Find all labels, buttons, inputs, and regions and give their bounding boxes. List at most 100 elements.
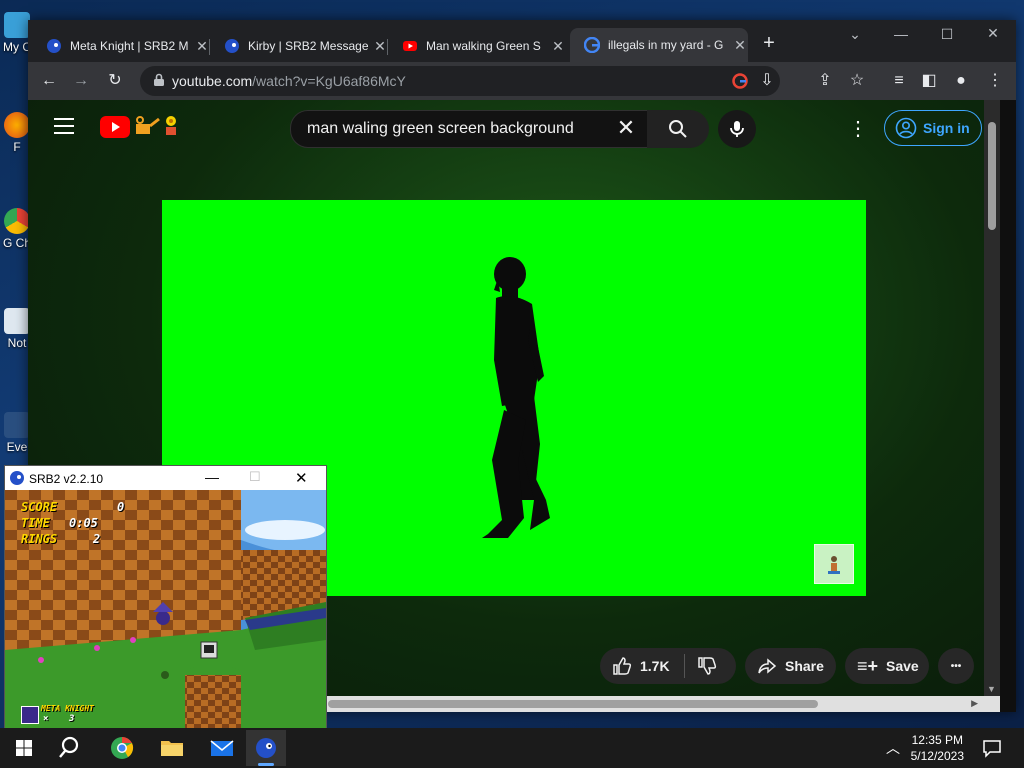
hud-score-label: SCORE <box>21 500 58 514</box>
like-divider <box>683 654 685 678</box>
taskbar-mail-icon[interactable] <box>208 734 236 762</box>
scroll-down-arrow-icon[interactable]: ▼ <box>987 684 996 694</box>
clock-date: 5/12/2023 <box>910 749 964 763</box>
close-window-icon[interactable]: ✕ <box>978 25 1008 42</box>
taskbar-srb2-app[interactable] <box>246 730 286 766</box>
media-queue-icon[interactable]: ≡ <box>888 70 910 92</box>
taskbar-file-explorer-icon[interactable] <box>158 734 186 762</box>
taskbar-search-icon[interactable] <box>58 734 86 762</box>
thumbs-down-icon[interactable] <box>697 656 717 676</box>
search-box[interactable]: man waling green screen background ✕ <box>290 110 648 148</box>
share-icon <box>758 658 777 674</box>
minimize-icon[interactable]: — <box>886 26 916 42</box>
tab-title: Kirby | SRB2 Message <box>248 39 368 53</box>
youtube-favicon <box>403 41 417 51</box>
microphone-icon <box>730 121 744 137</box>
share-page-icon[interactable]: ⇪ <box>814 70 836 92</box>
bookmark-star-icon[interactable]: ☆ <box>846 70 868 92</box>
sign-in-button[interactable]: Sign in <box>884 110 982 146</box>
sonic-taskbar-icon <box>256 738 276 758</box>
profile-icon[interactable]: ● <box>950 70 972 92</box>
greenflower-scene <box>5 490 326 729</box>
search-input[interactable]: man waling green screen background <box>307 120 574 138</box>
desktop-icon-label: Eve <box>6 440 28 454</box>
horizontal-scroll-thumb[interactable] <box>328 700 818 708</box>
sign-in-label: Sign in <box>923 120 970 136</box>
install-icon[interactable]: ⇩ <box>756 70 778 92</box>
hud-character-name: META KNIGHT <box>41 704 94 713</box>
shortcut-icon <box>4 412 30 438</box>
share-button[interactable]: Share <box>745 648 836 684</box>
google-favicon <box>584 37 600 53</box>
hud-lives-count: 3 <box>69 714 75 724</box>
taskbar-chrome-icon[interactable] <box>108 734 136 762</box>
like-dislike-group: 1.7K <box>600 648 736 684</box>
url-host: youtube.com <box>172 73 253 89</box>
close-tab-icon[interactable]: ✕ <box>550 38 566 55</box>
hamburger-menu-icon[interactable] <box>54 118 74 134</box>
reload-icon[interactable]: ↻ <box>104 70 126 92</box>
srb2-game-view[interactable]: SCORE 0 TIME 0:05 RINGS 2 META KNIGHT × … <box>5 490 326 729</box>
url-text: youtube.com/watch?v=KgU6af86McY <box>172 73 406 89</box>
srb2-titlebar[interactable]: SRB2 v2.2.10 — ☐ ✕ <box>5 466 326 490</box>
clear-search-icon[interactable]: ✕ <box>613 115 639 141</box>
add-to-playlist-icon: ≡+ <box>857 655 879 676</box>
sonic-favicon <box>47 39 61 53</box>
more-actions-icon: ••• <box>950 660 962 672</box>
voice-search-button[interactable] <box>718 110 756 148</box>
account-icon <box>895 117 917 139</box>
browser-toolbar: ← → ↻ youtube.com/watch?v=KgU6af86McY ⇩ … <box>28 62 1016 100</box>
vertical-scroll-thumb[interactable] <box>988 122 996 230</box>
notifications-icon[interactable] <box>982 738 1002 758</box>
lives-portrait-icon <box>21 706 39 724</box>
new-tab-button[interactable]: + <box>754 32 784 55</box>
desktop-icon-label: My C <box>3 40 31 54</box>
search-button[interactable] <box>647 110 709 148</box>
hud-time-label: TIME <box>21 516 50 530</box>
address-bar[interactable]: youtube.com/watch?v=KgU6af86McY ⇩ <box>140 66 780 96</box>
back-icon[interactable]: ← <box>38 70 60 92</box>
lock-icon <box>154 73 164 86</box>
tab-man-walking[interactable]: Man walking Green S ✕ <box>388 31 566 61</box>
hud-rings-value: 2 <box>93 532 101 546</box>
close-tab-icon[interactable]: ✕ <box>194 38 210 55</box>
like-count: 1.7K <box>640 658 670 674</box>
system-clock[interactable]: 12:35 PM 5/12/2023 <box>911 732 964 764</box>
tab-kirby[interactable]: Kirby | SRB2 Message ✕ <box>210 31 388 61</box>
google-lens-icon[interactable] <box>732 73 748 89</box>
channel-watermark-icon[interactable] <box>814 544 854 584</box>
forward-icon[interactable]: → <box>70 70 92 92</box>
vertical-scrollbar[interactable]: ▼ <box>984 100 1000 712</box>
youtube-logo[interactable] <box>100 114 186 140</box>
srb2-minimize-icon[interactable]: — <box>205 469 219 485</box>
chrome-icon <box>4 208 30 234</box>
taskbar: ︿ 12:35 PM 5/12/2023 <box>0 728 1024 768</box>
hud-rings-label: RINGS <box>21 532 58 546</box>
srb2-window: SRB2 v2.2.10 — ☐ ✕ SCORE 0 TIME 0:05 RIN… <box>4 465 327 730</box>
tab-meta-knight[interactable]: Meta Knight | SRB2 M ✕ <box>32 31 210 61</box>
close-tab-icon[interactable]: ✕ <box>732 37 748 54</box>
tab-search-icon[interactable]: ⌄ <box>840 26 870 43</box>
url-path: /watch?v=KgU6af86McY <box>252 73 406 89</box>
maximize-icon[interactable]: ☐ <box>932 26 962 43</box>
clock-time: 12:35 PM <box>911 733 963 747</box>
close-tab-icon[interactable]: ✕ <box>372 38 388 55</box>
sonic-favicon <box>225 39 239 53</box>
hud-time-value: 0:05 <box>69 516 98 530</box>
scroll-right-arrow-icon[interactable]: ▶ <box>971 698 978 709</box>
like-button[interactable]: 1.7K <box>600 656 670 676</box>
srb2-window-title: SRB2 v2.2.10 <box>29 472 104 486</box>
more-actions-button[interactable]: ••• <box>938 648 974 684</box>
firefox-icon <box>4 112 30 138</box>
show-hidden-icons-icon[interactable]: ︿ <box>886 738 900 758</box>
chrome-menu-icon[interactable]: ⋮ <box>984 70 1006 92</box>
save-button[interactable]: ≡+ Save <box>845 648 929 684</box>
save-label: Save <box>886 658 919 674</box>
tab-illegals[interactable]: illegals in my yard - G ✕ <box>570 28 748 62</box>
hud-lives-x: × <box>43 714 49 724</box>
side-panel-icon[interactable]: ◧ <box>918 70 940 92</box>
settings-menu-icon[interactable]: ⋮ <box>848 116 868 141</box>
sonic-app-icon <box>10 471 24 485</box>
windows-start-icon[interactable] <box>10 734 38 762</box>
srb2-close-icon[interactable]: ✕ <box>295 469 308 487</box>
